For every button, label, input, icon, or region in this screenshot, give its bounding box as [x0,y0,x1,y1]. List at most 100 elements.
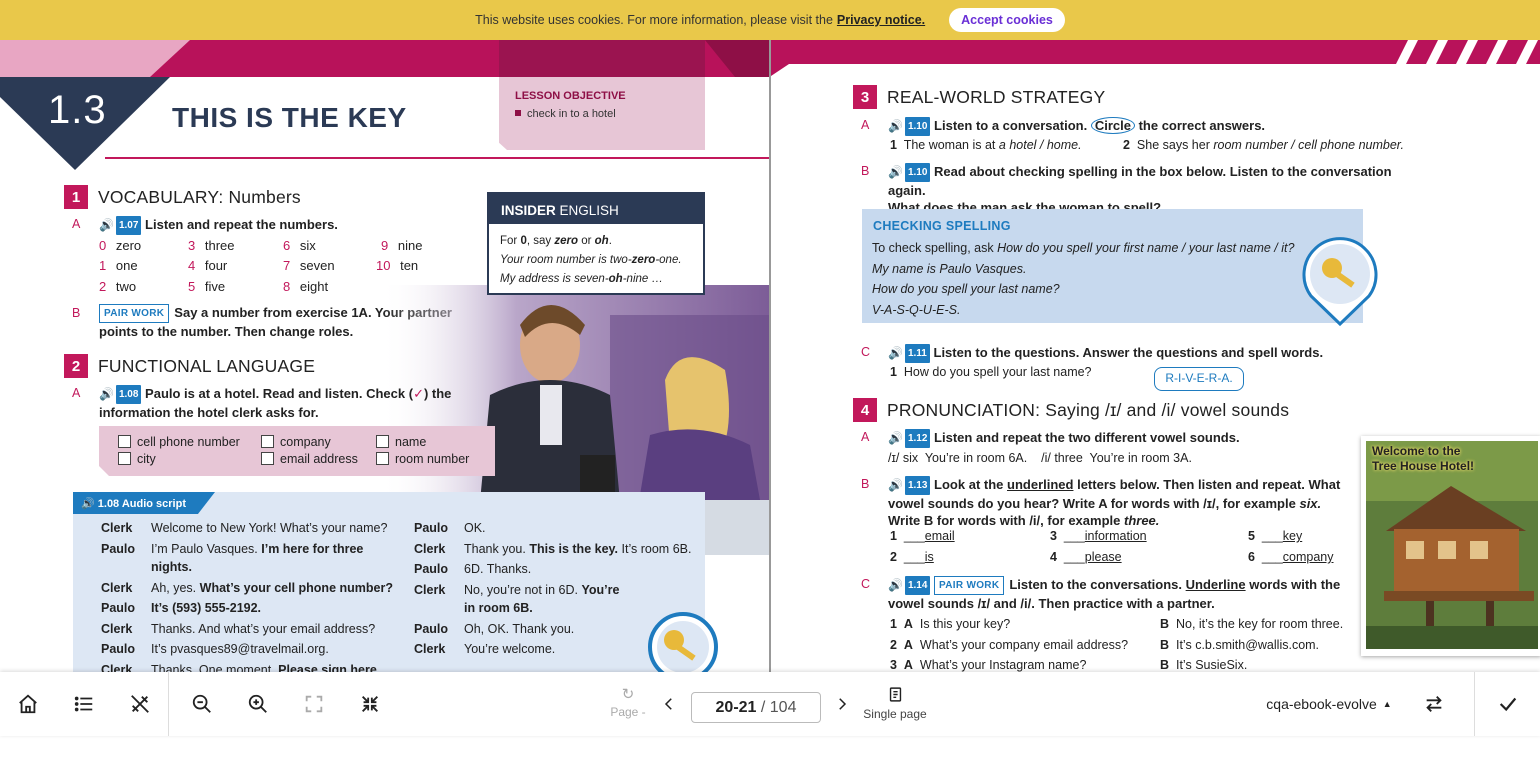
instruction-text: Underline [1185,577,1246,592]
word-item[interactable]: 5 ___key [1248,529,1302,543]
word-item[interactable]: 6 ___company [1248,550,1334,564]
checkbox[interactable] [376,435,389,448]
checkbox-item[interactable]: name [376,435,426,449]
zoom-out-button[interactable] [182,672,222,736]
toolbar-divider [168,672,169,736]
right-page-header-graphic [771,40,1540,76]
ebook-reader: This website uses cookies. For more info… [0,0,1540,776]
instruction-text: vowel sounds /ɪ/ and /i/. Then practice … [888,596,1215,612]
checkbox-item[interactable]: company [261,435,331,449]
audio-track-button[interactable]: 🔊 1.10 [888,117,931,137]
accept-cookies-button[interactable]: Accept cookies [949,8,1065,32]
number-digit: 1 [99,258,107,273]
number-word: nine [397,238,423,253]
checkbox-label: email address [280,452,358,466]
audio-track-button[interactable]: 🔊 1.08 [99,385,142,405]
text: -nine … [622,273,663,285]
answer-options[interactable]: a hotel / home. [999,138,1082,152]
word-item[interactable]: 3 ___information [1050,529,1147,543]
text: How do you spell your first name / your … [997,241,1295,255]
pair-number: 2 [890,637,897,652]
exercise-letter: B [861,164,870,178]
instruction-text: vowel sounds do you hear? Write A for wo… [888,496,1296,512]
previous-page-button[interactable] [656,672,682,736]
checkbox-item[interactable]: room number [376,452,469,466]
check-mark-icon: ✓ [413,386,424,401]
instruction-text: the correct answers. [1138,118,1266,133]
audio-script-header[interactable]: 🔊 1.08 Audio script [73,492,215,514]
zoom-in-icon [248,694,267,713]
instruction-text: Listen to the conversations. [1009,577,1182,592]
speaker-name: Paulo [414,621,449,636]
answer-options[interactable]: room number / cell phone number. [1213,138,1404,152]
audio-track-button[interactable]: 🔊 1.14 [888,576,931,596]
answer-text: It’s SusieSix. [1175,658,1248,672]
script-text: Thanks. One moment. [151,662,275,673]
zoom-in-button[interactable] [238,672,278,736]
tools-button[interactable] [120,672,160,736]
speaker-name: Paulo [101,642,136,656]
speaker-name: Paulo [414,521,449,535]
number-digit: 6 [283,238,291,253]
checkbox-item[interactable]: cell phone number [118,435,240,449]
instruction-text: Listen to the questions. Answer the ques… [933,345,1324,360]
word-item[interactable]: 4 ___please [1050,550,1122,564]
privacy-notice-link[interactable]: Privacy notice. [837,13,925,27]
objective-heading: LESSON OBJECTIVE [515,90,626,102]
page-number-input[interactable]: 20-21 / 104 [691,692,821,723]
question-text: She says her [1136,138,1210,152]
answer-text: It’s c.b.smith@wallis.com. [1175,637,1320,652]
number-word: one [115,258,138,273]
checkbox-panel: cell phone number company name city emai… [99,426,495,476]
exercise-letter: B [72,306,81,320]
speaker-icon: 🔊 [99,387,114,402]
checkbox-label: room number [395,452,470,466]
home-button[interactable] [8,672,48,736]
page-reset-control[interactable]: ↻ Page - [606,672,650,736]
speaker-icon: 🔊 [888,165,903,180]
track-number: 1.10 [904,117,931,137]
audio-track-button[interactable]: 🔊 1.11 [888,344,930,364]
single-page-toggle[interactable]: Single page [858,672,932,736]
checkbox[interactable] [118,435,131,448]
question-text: What’s your Instagram name? [919,658,1087,672]
audio-track-button[interactable]: 🔊 1.10 [888,163,931,183]
table-of-contents-button[interactable] [64,672,104,736]
checkbox[interactable] [261,435,274,448]
checkbox-item[interactable]: city [118,452,156,466]
insider-body: For 0, say zero or oh. Your room number … [489,224,703,289]
expand-icon [305,695,323,713]
confirm-button[interactable] [1488,672,1528,736]
checkbox-item[interactable]: email address [261,452,358,466]
checkbox[interactable] [118,452,131,465]
switch-button[interactable] [1414,672,1454,736]
box-line: V-A-S-Q-U-E-S. [872,302,961,317]
instruction-text: letters below. Then listen and repeat. W… [1077,477,1341,492]
book-selector-dropdown[interactable]: cqa-ebook-evolve ▲ [1254,672,1404,736]
script-line: Paulo It’s pvasques89@travelmail.org. [101,640,401,661]
number-word: zero [115,238,142,253]
number-digit: 10 [376,258,391,273]
exercise-letter: B [861,477,870,491]
audio-track-button[interactable]: 🔊 1.07 [99,216,142,236]
number-word: six [299,238,316,253]
next-page-button[interactable] [829,672,855,736]
checkbox[interactable] [376,452,389,465]
fit-width-button[interactable] [294,672,334,736]
word-number: 2 [890,550,897,564]
fit-page-button[interactable] [350,672,390,736]
word-item[interactable]: 2 ___is [890,550,934,564]
audio-track-button[interactable]: 🔊 1.12 [888,429,931,449]
word-text: is [924,550,934,564]
script-line: Clerk Ah, yes. What’s your cell phone num… [101,579,401,600]
speaker-name: Clerk [101,662,133,673]
track-number: 1.10 [904,163,931,183]
audio-track-button[interactable]: 🔊 1.13 [888,476,931,496]
section-title: VOCABULARY: Numbers [98,186,301,207]
word-item[interactable]: 1 ___email [890,529,955,543]
word-text: key [1282,529,1303,543]
objective-text: check in to a hotel [527,108,616,120]
script-text: It’s room 6B. [621,541,692,556]
checkbox[interactable] [261,452,274,465]
speaker-b: B [1160,637,1170,652]
